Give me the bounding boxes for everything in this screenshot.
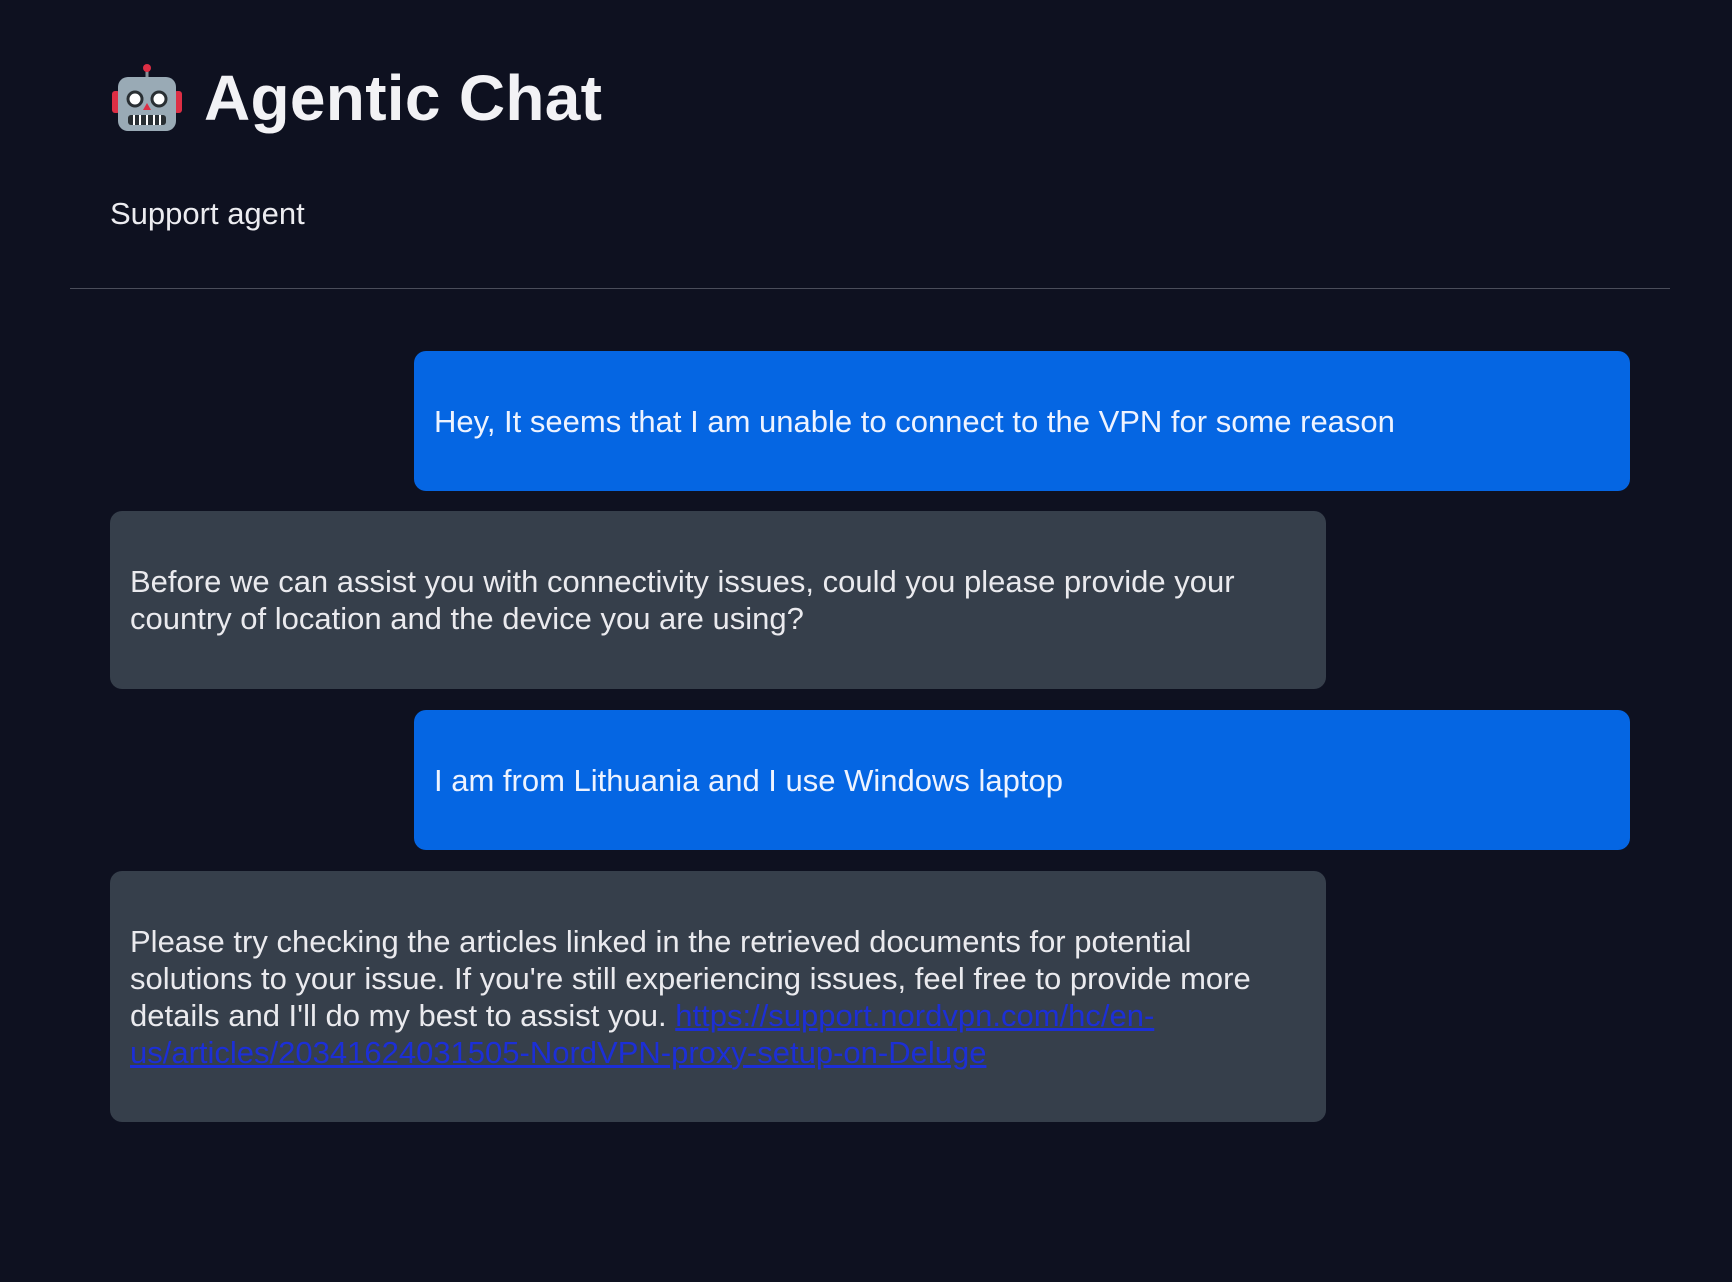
user-message-bubble: Hey, It seems that I am unable to connec… [414,351,1630,491]
page-subtitle: Support agent [110,196,305,231]
page-title: Agentic Chat [204,62,603,134]
assistant-message-bubble: Please try checking the articles linked … [110,871,1326,1122]
user-message-bubble: I am from Lithuania and I use Windows la… [414,710,1630,850]
assistant-message-text: Before we can assist you with connectivi… [130,564,1235,636]
assistant-message-bubble: Before we can assist you with connectivi… [110,511,1326,689]
assistant-message-content: Please try checking the articles linked … [130,923,1306,1071]
user-message-text: I am from Lithuania and I use Windows la… [434,762,1063,798]
user-message-text: Hey, It seems that I am unable to connec… [434,403,1395,439]
title-row: Agentic Chat [110,58,602,138]
chat-header: Agentic Chat Support agent [110,58,602,232]
header-divider [70,288,1670,289]
robot-icon [110,63,184,133]
